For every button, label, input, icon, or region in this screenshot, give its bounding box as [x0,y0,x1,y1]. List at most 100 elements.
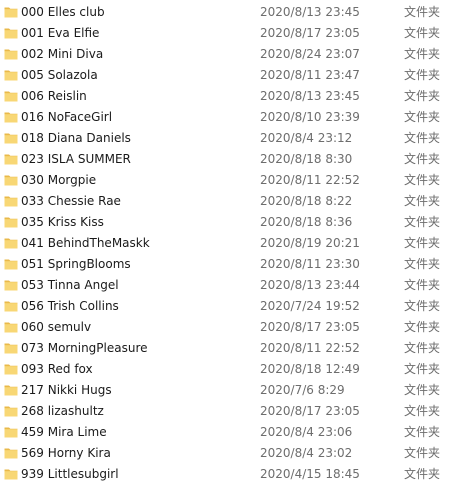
folder-name: 001 Eva Elfie [21,26,100,40]
folder-row[interactable]: 060 semulv 2020/8/17 23:05 文件夹 [0,317,474,338]
file-type: 文件夹 [404,299,441,313]
folder-icon [4,68,18,82]
modified-date: 2020/8/13 23:45 [260,89,360,103]
folder-name: 018 Diana Daniels [21,131,131,145]
folder-name: 939 Littlesubgirl [21,467,119,481]
modified-date: 2020/8/11 22:52 [260,173,360,187]
folder-row[interactable]: 005 Solazola 2020/8/11 23:47 文件夹 [0,65,474,86]
folder-icon [4,173,18,187]
file-type: 文件夹 [404,47,441,61]
modified-date: 2020/8/11 23:47 [260,68,360,82]
file-type: 文件夹 [404,446,441,460]
folder-icon [4,131,18,145]
folder-row[interactable]: 217 Nikki Hugs 2020/7/6 8:29 文件夹 [0,380,474,401]
folder-icon [4,47,18,61]
folder-name: 030 Morgpie [21,173,97,187]
file-list: 000 Elles club 2020/8/13 23:45 文件夹 001 Eva … [0,2,474,485]
folder-name: 459 Mira Lime [21,425,107,439]
folder-name: 217 Nikki Hugs [21,383,112,397]
modified-date: 2020/8/4 23:12 [260,131,353,145]
folder-row[interactable]: 023 ISLA SUMMER 2020/8/18 8:30 文件夹 [0,149,474,170]
file-type: 文件夹 [404,68,441,82]
folder-row[interactable]: 035 Kriss Kiss 2020/8/18 8:36 文件夹 [0,212,474,233]
folder-icon [4,110,18,124]
modified-date: 2020/8/18 8:22 [260,194,353,208]
folder-name: 051 SpringBlooms [21,257,131,271]
file-type: 文件夹 [404,131,441,145]
file-type: 文件夹 [404,278,441,292]
folder-name: 060 semulv [21,320,92,334]
folder-icon [4,236,18,250]
folder-row[interactable]: 093 Red fox 2020/8/18 12:49 文件夹 [0,359,474,380]
folder-row[interactable]: 051 SpringBlooms 2020/8/11 23:30 文件夹 [0,254,474,275]
modified-date: 2020/8/17 23:05 [260,26,360,40]
folder-icon [4,404,18,418]
folder-row[interactable]: 459 Mira Lime 2020/8/4 23:06 文件夹 [0,422,474,443]
folder-icon [4,278,18,292]
folder-icon [4,446,18,460]
file-type: 文件夹 [404,194,441,208]
modified-date: 2020/8/4 23:02 [260,446,353,460]
folder-name: 023 ISLA SUMMER [21,152,131,166]
file-type: 文件夹 [404,152,441,166]
folder-row[interactable]: 041 BehindTheMaskk 2020/8/19 20:21 文件夹 [0,233,474,254]
folder-name: 053 Tinna Angel [21,278,119,292]
folder-icon [4,320,18,334]
folder-name: 000 Elles club [21,5,105,19]
file-type: 文件夹 [404,257,441,271]
modified-date: 2020/8/13 23:45 [260,5,360,19]
folder-row[interactable]: 000 Elles club 2020/8/13 23:45 文件夹 [0,2,474,23]
folder-row[interactable]: 002 Mini Diva 2020/8/24 23:07 文件夹 [0,44,474,65]
modified-date: 2020/8/24 23:07 [260,47,360,61]
folder-row[interactable]: 001 Eva Elfie 2020/8/17 23:05 文件夹 [0,23,474,44]
folder-row[interactable]: 033 Chessie Rae 2020/8/18 8:22 文件夹 [0,191,474,212]
modified-date: 2020/8/17 23:05 [260,320,360,334]
folder-name: 268 lizashultz [21,404,104,418]
modified-date: 2020/8/17 23:05 [260,404,360,418]
folder-name: 016 NoFaceGirl [21,110,113,124]
folder-row[interactable]: 268 lizashultz 2020/8/17 23:05 文件夹 [0,401,474,422]
file-type: 文件夹 [404,362,441,376]
folder-icon [4,194,18,208]
folder-name: 041 BehindTheMaskk [21,236,150,250]
file-type: 文件夹 [404,215,441,229]
folder-row[interactable]: 018 Diana Daniels 2020/8/4 23:12 文件夹 [0,128,474,149]
folder-icon [4,425,18,439]
folder-icon [4,362,18,376]
folder-name: 056 Trish Collins [21,299,119,313]
file-type: 文件夹 [404,110,441,124]
file-type: 文件夹 [404,26,441,40]
folder-icon [4,26,18,40]
folder-name: 006 Reislin [21,89,87,103]
modified-date: 2020/8/10 23:39 [260,110,360,124]
folder-icon [4,299,18,313]
folder-name: 035 Kriss Kiss [21,215,104,229]
folder-row[interactable]: 073 MorningPleasure 2020/8/11 22:52 文件夹 [0,338,474,359]
folder-row[interactable]: 006 Reislin 2020/8/13 23:45 文件夹 [0,86,474,107]
folder-icon [4,383,18,397]
folder-row[interactable]: 016 NoFaceGirl 2020/8/10 23:39 文件夹 [0,107,474,128]
modified-date: 2020/8/13 23:44 [260,278,360,292]
file-type: 文件夹 [404,5,441,19]
modified-date: 2020/7/6 8:29 [260,383,345,397]
modified-date: 2020/8/18 8:30 [260,152,353,166]
file-type: 文件夹 [404,341,441,355]
folder-row[interactable]: 939 Littlesubgirl 2020/4/15 18:45 文件夹 [0,464,474,485]
file-type: 文件夹 [404,404,441,418]
folder-row[interactable]: 569 Horny Kira 2020/8/4 23:02 文件夹 [0,443,474,464]
folder-row[interactable]: 030 Morgpie 2020/8/11 22:52 文件夹 [0,170,474,191]
folder-name: 073 MorningPleasure [21,341,148,355]
folder-icon [4,152,18,166]
file-type: 文件夹 [404,173,441,187]
modified-date: 2020/7/24 19:52 [260,299,360,313]
folder-name: 002 Mini Diva [21,47,104,61]
file-type: 文件夹 [404,383,441,397]
folder-icon [4,215,18,229]
folder-icon [4,341,18,355]
modified-date: 2020/8/11 23:30 [260,257,360,271]
folder-icon [4,5,18,19]
modified-date: 2020/4/15 18:45 [260,467,360,481]
folder-row[interactable]: 053 Tinna Angel 2020/8/13 23:44 文件夹 [0,275,474,296]
file-type: 文件夹 [404,89,441,103]
folder-row[interactable]: 056 Trish Collins 2020/7/24 19:52 文件夹 [0,296,474,317]
